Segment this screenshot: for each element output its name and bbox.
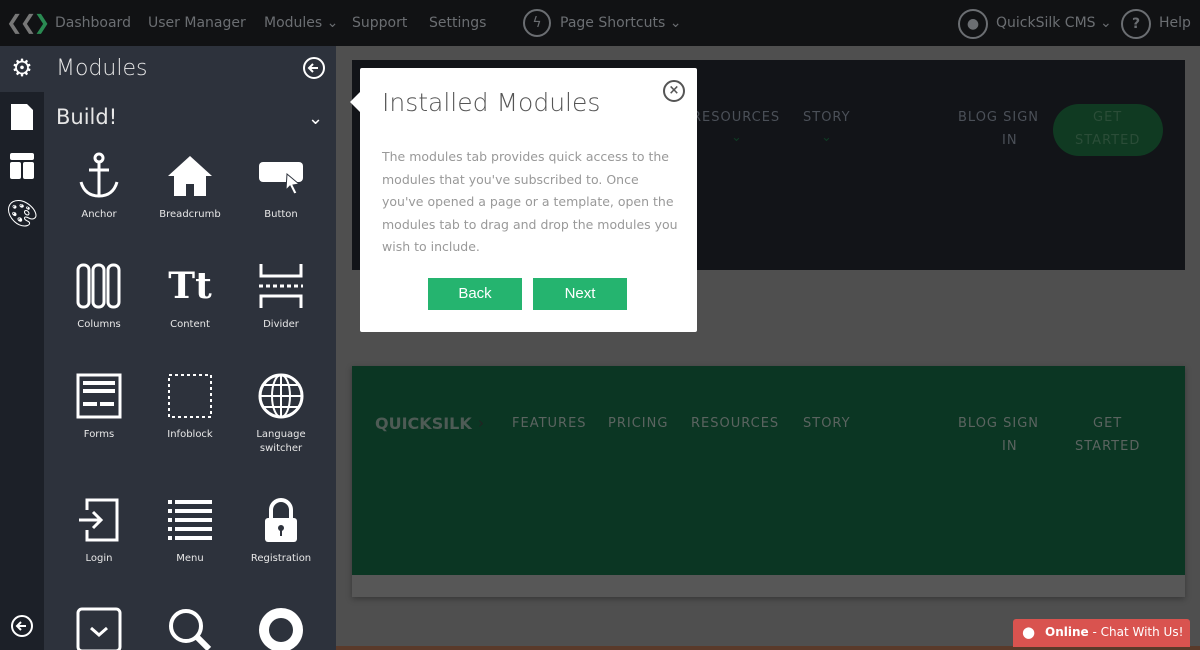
next-button[interactable]: Next	[533, 278, 627, 310]
get-label: GET	[1093, 110, 1123, 125]
page-shortcuts-menu[interactable]: Page Shortcuts ⌄	[560, 15, 681, 31]
preview-nav-resources[interactable]: RESOURCES	[691, 416, 779, 431]
nav-modules[interactable]: Modules ⌄	[264, 15, 338, 31]
anchor-icon	[79, 152, 119, 198]
menu-list-icon	[168, 500, 212, 540]
preview-nav-features[interactable]: FEATURES	[512, 416, 587, 431]
module-forms[interactable]: Forms	[54, 372, 144, 442]
help-link[interactable]: Help	[1159, 15, 1191, 31]
button-cursor-icon	[259, 162, 303, 195]
search-icon	[169, 609, 212, 650]
chevron-right-icon: ›	[478, 414, 485, 432]
module-label: Infoblock	[167, 429, 213, 440]
back-button[interactable]: Back	[428, 278, 522, 310]
nav-support[interactable]: Support	[352, 15, 407, 31]
module-login[interactable]: Login	[54, 496, 144, 566]
module-label: Menu	[176, 553, 204, 564]
chevron-down-icon: ⌄	[326, 15, 339, 31]
nav-dashboard[interactable]: Dashboard	[55, 15, 131, 31]
modules-panel: Modules Build! ⌄ Anchor Breadcrumb Butto…	[44, 46, 336, 650]
columns-icon	[76, 263, 121, 309]
preview-blog-sign[interactable]: BLOG SIGN	[958, 416, 1039, 431]
module-label: Divider	[263, 319, 299, 330]
form-icon	[76, 373, 122, 419]
module-breadcrumb[interactable]: Breadcrumb	[145, 152, 235, 222]
module-search[interactable]	[145, 604, 235, 650]
preview-in[interactable]: IN	[1002, 439, 1018, 454]
chevron-down-icon: ⌄	[821, 130, 833, 145]
module-anchor[interactable]: Anchor	[54, 152, 144, 222]
infoblock-icon	[168, 374, 212, 418]
text-icon: Tt	[168, 265, 212, 307]
pages-icon[interactable]	[6, 101, 38, 133]
module-label: Forms	[83, 429, 115, 440]
module-registration[interactable]: Registration	[236, 496, 326, 566]
help-icon[interactable]: ?	[1121, 9, 1151, 39]
panel-title: Modules	[56, 56, 148, 81]
top-navbar: ❮❮❯ Dashboard User Manager Modules ⌄ Sup…	[0, 0, 1200, 46]
globe-icon	[258, 373, 304, 419]
preview-nav-resources[interactable]: RESOURCES	[692, 110, 780, 125]
nav-user-manager[interactable]: User Manager	[148, 15, 246, 31]
chat-label: - Chat With Us!	[1088, 625, 1184, 639]
chat-widget[interactable]: ● Online - Chat With Us!	[1013, 619, 1190, 647]
module-label: Content	[170, 319, 210, 330]
templates-icon[interactable]	[6, 150, 38, 182]
get-label[interactable]: GET	[1093, 416, 1122, 431]
preview-nav-story[interactable]: STORY	[803, 110, 851, 125]
module-dropdown[interactable]	[54, 604, 144, 650]
module-label: Button	[264, 209, 298, 220]
chevron-down-icon[interactable]: ⌄	[308, 108, 323, 129]
user-avatar-icon[interactable]: ●	[958, 9, 988, 39]
module-button[interactable]: Button	[236, 152, 326, 222]
sidebar-tab-strip: ⚙ 🎨︎	[0, 46, 44, 650]
preview-header-green[interactable]: QUICKSILK › FEATURES PRICING RESOURCES S…	[352, 366, 1185, 597]
home-icon	[168, 156, 212, 196]
preview-blog-sign[interactable]: BLOG SIGN	[958, 110, 1039, 125]
page-shortcuts-label: Page Shortcuts	[560, 15, 666, 31]
popup-body: The modules tab provides quick access to…	[382, 149, 678, 254]
module-infoblock[interactable]: Infoblock	[145, 372, 235, 442]
chevron-down-icon: ⌄	[731, 130, 743, 145]
started-label: STARTED	[1075, 133, 1141, 148]
module-label: Breadcrumb	[159, 209, 221, 220]
module-columns[interactable]: Columns	[54, 262, 144, 332]
module-menu[interactable]: Menu	[145, 496, 235, 566]
close-panel-icon[interactable]	[302, 56, 326, 84]
nav-modules-label: Modules	[264, 15, 323, 31]
module-label: Anchor	[81, 209, 117, 220]
dropdown-icon	[76, 607, 122, 650]
quicksilk-logo-icon[interactable]: ❮❮❯	[6, 10, 50, 34]
module-label: Registration	[250, 553, 312, 564]
tour-popup: Installed Modules × The modules tab prov…	[350, 68, 697, 332]
chat-bubble-icon: ●	[1022, 623, 1036, 641]
close-icon[interactable]: ×	[663, 80, 685, 102]
login-icon	[79, 498, 119, 542]
account-menu[interactable]: QuickSilk CMS ⌄	[996, 15, 1112, 31]
chat-status: Online	[1045, 625, 1089, 639]
lock-icon	[265, 498, 297, 542]
preview-nav-pricing[interactable]: PRICING	[608, 416, 668, 431]
preview-nav-story[interactable]: STORY	[803, 416, 851, 431]
section-build[interactable]: Build!	[56, 105, 117, 129]
popup-title: Installed Modules	[382, 88, 601, 117]
preview-brand: QUICKSILK	[375, 414, 472, 433]
module-language-switcher[interactable]: Language switcher	[236, 372, 326, 456]
quicksilk-q-icon	[259, 608, 303, 650]
module-divider[interactable]: Divider	[236, 262, 326, 332]
module-quicksilk[interactable]	[236, 604, 326, 650]
nav-settings[interactable]: Settings	[429, 15, 486, 31]
account-label: QuickSilk CMS	[996, 15, 1096, 31]
palette-icon[interactable]: 🎨︎	[6, 198, 39, 230]
module-label: Login	[85, 553, 113, 564]
module-content[interactable]: Tt Content	[145, 262, 235, 332]
lightning-icon: ϟ	[523, 9, 551, 37]
collapse-arrow-icon[interactable]	[6, 610, 38, 642]
modules-gears-icon[interactable]: ⚙	[6, 52, 38, 84]
module-label: Columns	[77, 319, 121, 330]
started-label[interactable]: STARTED	[1075, 439, 1140, 454]
preview-in[interactable]: IN	[1002, 133, 1018, 148]
module-label: Language switcher	[256, 429, 306, 454]
divider-icon	[259, 264, 303, 308]
